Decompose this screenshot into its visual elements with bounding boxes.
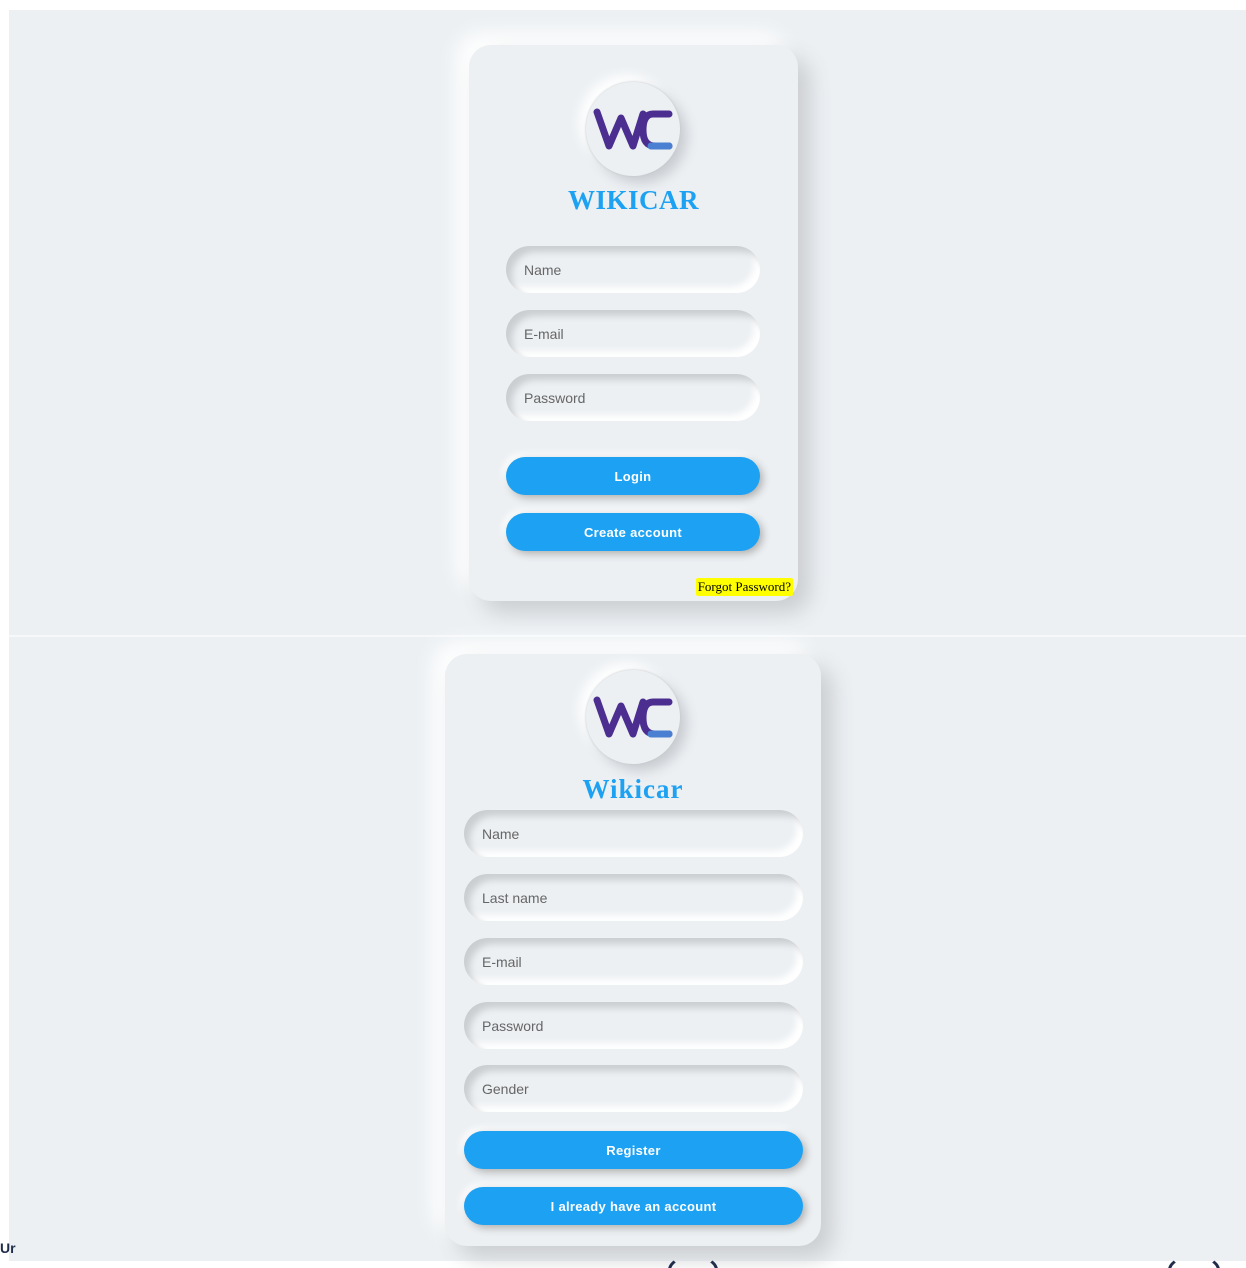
register-gender-input[interactable]	[464, 1065, 803, 1112]
logo-circle	[586, 670, 680, 764]
have-account-button[interactable]: I already have an account	[464, 1187, 803, 1225]
login-name-input[interactable]	[506, 246, 760, 293]
register-button[interactable]: Register	[464, 1131, 803, 1169]
register-name-input[interactable]	[464, 810, 803, 857]
wikicar-logo-icon	[593, 108, 673, 150]
register-card: Wikicar Register I already have an accou…	[445, 654, 821, 1246]
login-card: WIKICAR Login Create account Forgot Pass…	[469, 45, 798, 601]
logo-circle	[586, 82, 680, 176]
wikicar-logo-icon	[593, 696, 673, 738]
login-button[interactable]: Login	[506, 457, 760, 495]
login-email-input[interactable]	[506, 310, 760, 357]
create-account-button[interactable]: Create account	[506, 513, 760, 551]
register-email-input[interactable]	[464, 938, 803, 985]
brand-title: Wikicar	[582, 774, 684, 804]
register-password-input[interactable]	[464, 1002, 803, 1049]
register-last-name-input[interactable]	[464, 874, 803, 921]
forgot-password-link[interactable]: Forgot Password?	[695, 578, 793, 596]
partial-corner-text: Ur	[0, 1240, 16, 1256]
login-password-input[interactable]	[506, 374, 760, 421]
brand-title: WIKICAR	[567, 185, 699, 215]
